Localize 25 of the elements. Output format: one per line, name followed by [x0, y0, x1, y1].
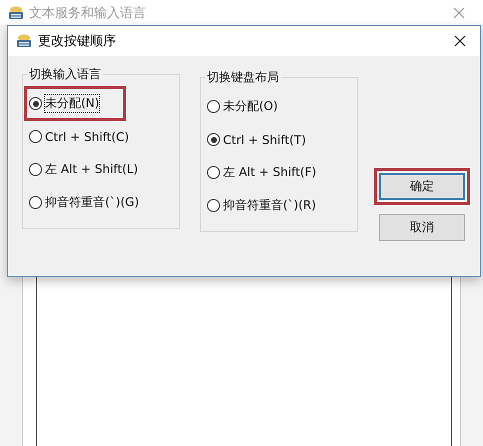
radio-button[interactable] [207, 166, 220, 179]
radio-button[interactable] [207, 133, 220, 146]
radio-button[interactable] [207, 100, 220, 113]
group-title: 切换键盘布局 [206, 69, 280, 86]
radio-label[interactable]: 左 Alt + Shift(F) [223, 164, 316, 181]
radio-button[interactable] [29, 97, 42, 110]
radio-button[interactable] [29, 196, 42, 209]
radio-label[interactable]: 未分配(N) [45, 95, 100, 112]
window-title: 文本服务和输入语言 [29, 4, 147, 22]
dialog-title: 更改按键顺序 [38, 33, 117, 50]
radio-button[interactable] [29, 163, 42, 176]
dialog-button[interactable]: 确定 [379, 173, 465, 200]
radio-button[interactable] [29, 130, 42, 143]
keyboard-icon [8, 6, 24, 20]
radio-label[interactable]: 抑音符重音(`)(G) [45, 194, 140, 211]
radio-label[interactable]: Ctrl + Shift(T) [223, 132, 306, 146]
close-icon[interactable] [454, 35, 466, 47]
radio-button[interactable] [207, 199, 220, 212]
radio-label[interactable]: 抑音符重音(`)(R) [223, 197, 316, 214]
radio-label[interactable]: 左 Alt + Shift(L) [45, 161, 138, 178]
group-title: 切换输入语言 [28, 66, 102, 83]
radio-label[interactable]: Ctrl + Shift(C) [45, 130, 130, 144]
keyboard-icon [16, 34, 32, 48]
dialog-button[interactable]: 取消 [379, 214, 465, 241]
radio-label[interactable]: 未分配(O) [223, 98, 278, 115]
